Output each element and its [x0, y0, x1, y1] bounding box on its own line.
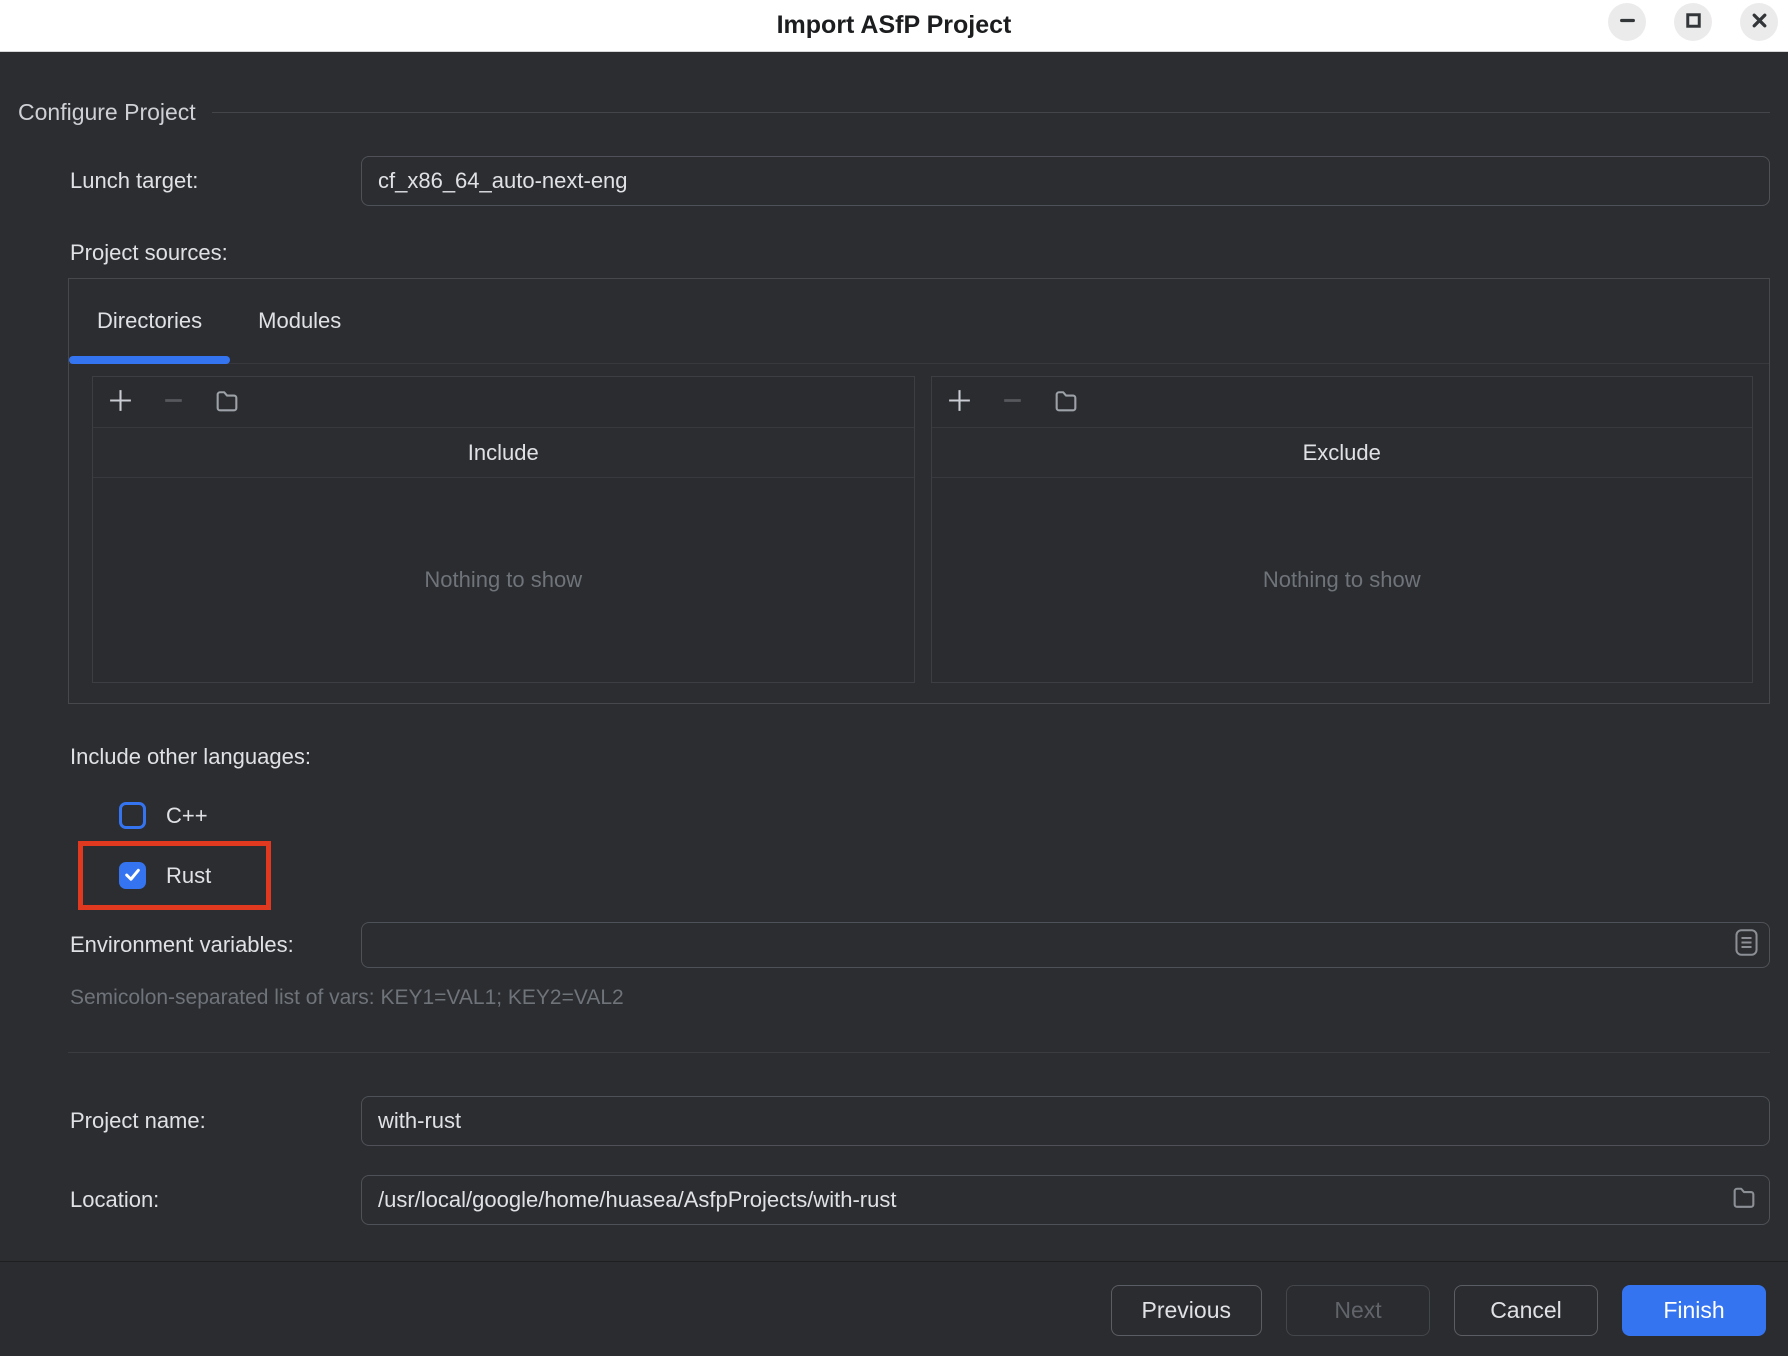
- exclude-remove-button[interactable]: [999, 387, 1026, 417]
- dialog-content: Configure Project Lunch target: Project …: [0, 98, 1788, 1225]
- minimize-icon: [1619, 12, 1636, 32]
- sources-tab-strip: Directories Modules: [69, 279, 1769, 364]
- checkmark-icon: [123, 865, 142, 887]
- location-label: Location:: [18, 1187, 361, 1213]
- exclude-add-button[interactable]: [946, 387, 973, 417]
- project-name-label: Project name:: [18, 1108, 361, 1134]
- plus-icon: [946, 387, 973, 417]
- lunch-target-input[interactable]: [361, 156, 1770, 206]
- project-sources-label: Project sources:: [70, 240, 1770, 266]
- browse-variables-button[interactable]: [1734, 928, 1759, 962]
- maximize-icon: [1685, 12, 1702, 32]
- minimize-button[interactable]: [1608, 3, 1646, 41]
- environment-variables-hint: Semicolon-separated list of vars: KEY1=V…: [70, 986, 1770, 1010]
- include-add-button[interactable]: [107, 387, 134, 417]
- window-title: Import ASfP Project: [777, 11, 1012, 40]
- project-name-row: Project name:: [18, 1096, 1770, 1146]
- cpp-option-row: C++: [119, 802, 1770, 829]
- directories-panels: Include Nothing to show: [69, 364, 1769, 703]
- cpp-checkbox[interactable]: [119, 802, 146, 829]
- project-sources-container: Directories Modules: [68, 278, 1770, 704]
- minus-icon: [999, 387, 1026, 417]
- folder-icon: [213, 387, 241, 418]
- maximize-button[interactable]: [1674, 3, 1712, 41]
- tab-modules[interactable]: Modules: [230, 279, 369, 363]
- include-panel: Include Nothing to show: [92, 376, 915, 683]
- close-icon: [1751, 12, 1768, 32]
- exclude-header: Exclude: [932, 428, 1753, 478]
- exclude-toolbar: [932, 377, 1753, 428]
- browse-folder-icon: [1729, 1184, 1759, 1217]
- dialog-footer: Previous Next Cancel Finish: [0, 1261, 1788, 1356]
- include-empty-text: Nothing to show: [93, 478, 914, 682]
- environment-variables-input[interactable]: [361, 922, 1770, 968]
- lunch-target-row: Lunch target:: [18, 156, 1770, 206]
- tab-directories[interactable]: Directories: [69, 279, 230, 363]
- rust-annotation-highlight: Rust: [78, 841, 271, 910]
- next-button[interactable]: Next: [1286, 1285, 1430, 1336]
- window-controls: [1608, 3, 1778, 41]
- location-input[interactable]: [361, 1175, 1770, 1225]
- finish-button[interactable]: Finish: [1622, 1285, 1766, 1336]
- location-row: Location:: [18, 1175, 1770, 1225]
- include-toolbar: [93, 377, 914, 428]
- browse-location-button[interactable]: [1729, 1184, 1759, 1217]
- plus-icon: [107, 387, 134, 417]
- rust-label: Rust: [166, 863, 211, 889]
- environment-variables-row: Environment variables:: [18, 922, 1770, 968]
- section-divider: [212, 112, 1770, 113]
- rust-checkbox[interactable]: [119, 862, 146, 889]
- include-header: Include: [93, 428, 914, 478]
- rust-option-row: Rust: [119, 862, 211, 889]
- include-remove-button[interactable]: [160, 387, 187, 417]
- include-folder-button[interactable]: [213, 387, 241, 418]
- minus-icon: [160, 387, 187, 417]
- folder-icon: [1052, 387, 1080, 418]
- cpp-label: C++: [166, 803, 208, 829]
- section-title: Configure Project: [18, 99, 196, 126]
- close-button[interactable]: [1740, 3, 1778, 41]
- exclude-folder-button[interactable]: [1052, 387, 1080, 418]
- lunch-target-label: Lunch target:: [18, 168, 361, 194]
- title-bar: Import ASfP Project: [0, 0, 1788, 52]
- environment-variables-label: Environment variables:: [18, 932, 361, 958]
- include-languages-label: Include other languages:: [70, 744, 1770, 770]
- project-name-input[interactable]: [361, 1096, 1770, 1146]
- form-divider: [68, 1052, 1770, 1053]
- browse-variables-icon: [1734, 928, 1759, 962]
- cancel-button[interactable]: Cancel: [1454, 1285, 1598, 1336]
- exclude-empty-text: Nothing to show: [932, 478, 1753, 682]
- exclude-panel: Exclude Nothing to show: [931, 376, 1754, 683]
- configure-project-section: Configure Project: [18, 98, 1770, 126]
- previous-button[interactable]: Previous: [1111, 1285, 1262, 1336]
